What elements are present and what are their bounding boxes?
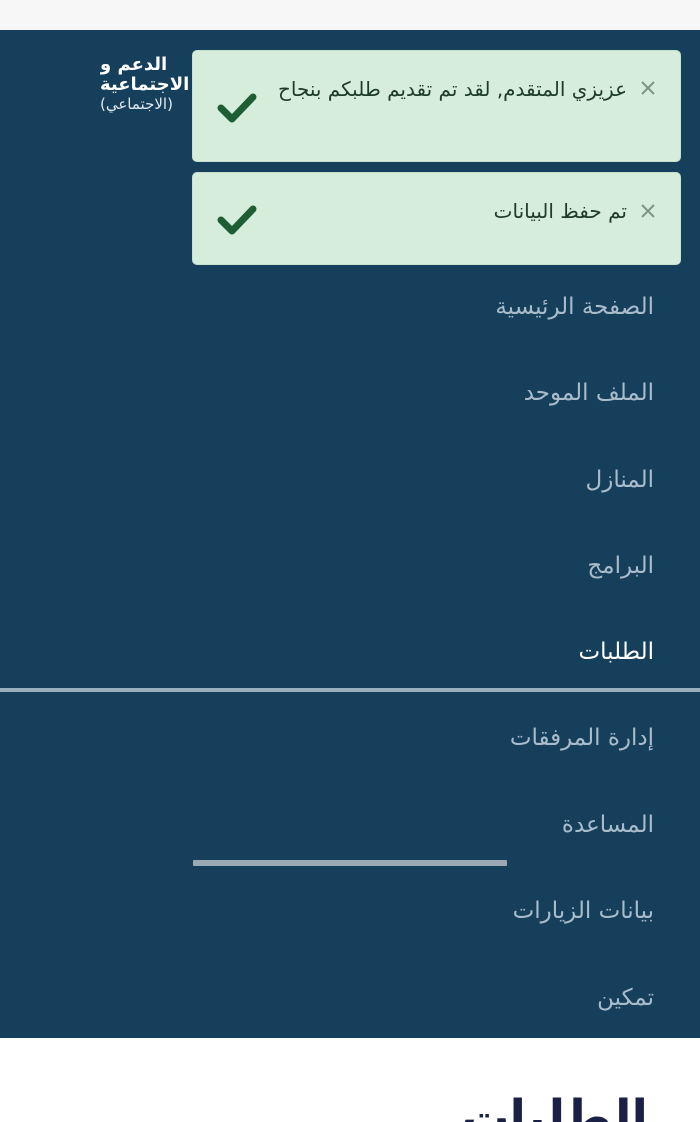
menu-item-requests[interactable]: الطلبات — [579, 637, 654, 667]
org-name-line2: الاجتماعية — [100, 74, 190, 95]
horizontal-scrollbar[interactable] — [193, 860, 507, 866]
saved-notification: تم حفظ البيانات — [192, 172, 681, 265]
active-item-divider — [0, 688, 700, 692]
org-name-line3: (الاجتماعي) — [100, 95, 173, 113]
menu-item-help[interactable]: المساعدة — [562, 810, 654, 840]
menu-item-attachments[interactable]: إدارة المرفقات — [510, 723, 654, 753]
menu-item-houses[interactable]: المنازل — [586, 465, 654, 495]
success-notification: عزيزي المتقدم, لقد تم تقديم طلبكم بنجاح — [192, 50, 681, 162]
check-icon — [217, 203, 257, 237]
menu-item-programs[interactable]: البرامج — [587, 551, 654, 581]
check-icon — [217, 91, 257, 125]
close-icon[interactable] — [638, 201, 658, 221]
organization-logo-text: الدعم و الاجتماعية (الاجتماعي) — [100, 55, 196, 113]
notification-message: تم حفظ البيانات — [493, 199, 627, 223]
close-icon[interactable] — [638, 78, 658, 98]
org-name-line1: الدعم و — [100, 55, 168, 75]
menu-item-unified-file[interactable]: الملف الموحد — [524, 378, 654, 408]
menu-item-tamkeen[interactable]: تمكين — [597, 983, 654, 1013]
notification-message: عزيزي المتقدم, لقد تم تقديم طلبكم بنجاح — [277, 77, 627, 101]
menu-item-home[interactable]: الصفحة الرئيسية — [495, 292, 654, 322]
page-title: الطلبات — [461, 1090, 648, 1122]
menu-item-visits-data[interactable]: بيانات الزيارات — [513, 896, 654, 926]
top-status-strip — [0, 0, 700, 30]
